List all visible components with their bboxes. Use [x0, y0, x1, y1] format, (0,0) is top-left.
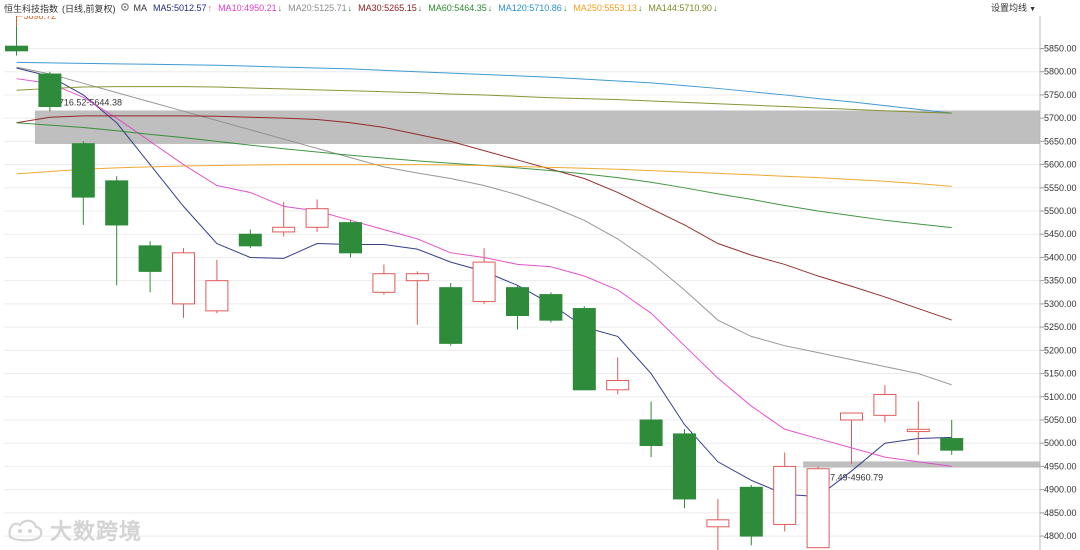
legend-ma5-value: MA5:5012.57: [153, 3, 207, 13]
candle-body: [372, 273, 396, 293]
chevron-down-icon: ▼: [1029, 6, 1036, 13]
y-tick-label: 5050.00: [1044, 415, 1077, 425]
candle-body: [706, 519, 730, 528]
y-tick-label: 5400.00: [1044, 252, 1077, 262]
legend-ma250-value: MA250:5553.13: [573, 3, 637, 13]
legend-ma20-value: MA20:5125.71: [288, 3, 347, 13]
y-tick-label: 5650.00: [1044, 136, 1077, 146]
y-tick-label: 4950.00: [1044, 461, 1077, 471]
legend-ma10[interactable]: MA10:4950.21↓: [218, 3, 282, 13]
candle-body: [272, 226, 296, 233]
y-tick-label: 4850.00: [1044, 508, 1077, 518]
y-tick-label: 5750.00: [1044, 90, 1077, 100]
settings-label: 设置均线: [991, 3, 1028, 13]
y-tick-label: 5700.00: [1044, 113, 1077, 123]
logo-icon: [8, 519, 43, 542]
candle-body: [238, 233, 262, 247]
legend-ma250[interactable]: MA250:5553.13↓: [573, 3, 642, 13]
candle-body: [639, 419, 663, 447]
candle-body: [906, 428, 930, 433]
legend-ma20-arrow: ↓: [347, 3, 353, 13]
legend-ma10-arrow: ↓: [277, 3, 283, 13]
candle-body: [105, 180, 129, 226]
legend-ma144-value: MA144:5710.90: [648, 3, 712, 13]
gear-icon[interactable]: [120, 2, 130, 14]
candle-body: [172, 252, 195, 305]
candle-body: [873, 393, 897, 416]
legend-ma10-value: MA10:4950.21: [218, 3, 277, 13]
candle-body: [339, 222, 362, 254]
watermark: 大数跨境: [6, 514, 142, 546]
y-tick-label: 5250.00: [1044, 322, 1077, 332]
y-tick-label: 5500.00: [1044, 206, 1077, 216]
legend-ma120-arrow: ↓: [562, 3, 568, 13]
candle-body: [5, 45, 28, 52]
legend-ma30-value: MA30:5265.15: [358, 3, 417, 13]
candle-body: [472, 261, 496, 303]
y-tick-label: 5150.00: [1044, 369, 1077, 379]
chart-toolbar: 恒生科技指数 (日线,前复权) MA MA5:5012.57↑ MA10:4950…: [0, 0, 1080, 16]
candle-body: [205, 280, 229, 312]
y-tick-label: 5550.00: [1044, 183, 1077, 193]
candle-body: [138, 245, 162, 272]
candlestick-chart: 4800.00 4850.00 4900.00 4950.00 5000.00 5050.…: [4, 16, 1077, 550]
candle-body: [940, 438, 964, 451]
candle-body: [673, 433, 696, 500]
y-tick-label: 4800.00: [1044, 531, 1077, 541]
candle-body: [71, 143, 95, 198]
candle-body: [739, 486, 763, 537]
legend-ma30[interactable]: MA30:5265.15↓: [358, 3, 422, 13]
y-tick-label: 5800.00: [1044, 67, 1077, 77]
candle-body: [572, 308, 596, 391]
legend-ma144-arrow: ↓: [712, 3, 718, 13]
watermark-text: 大数跨境: [50, 519, 143, 544]
y-tick-label: 5200.00: [1044, 345, 1077, 355]
legend-ma30-arrow: ↓: [417, 3, 423, 13]
candle-body: [773, 465, 797, 525]
ma-line-ma120: [16, 61, 952, 114]
ma-settings-button[interactable]: 设置均线 ▼: [991, 1, 1036, 14]
legend-ma250-arrow: ↓: [637, 3, 643, 13]
index-mode: (日线,前复权): [62, 3, 116, 14]
legend-ma120-value: MA120:5710.86: [498, 3, 562, 13]
ma-label: MA: [133, 3, 148, 13]
y-tick-label: 4900.00: [1044, 485, 1077, 495]
candle-body: [506, 287, 529, 317]
candle-body: [439, 287, 463, 344]
candle-body: [806, 468, 830, 549]
legend-ma60-value: MA60:5464.35: [428, 3, 487, 13]
y-tick-label: 5600.00: [1044, 160, 1077, 170]
candle-body: [840, 412, 863, 421]
legend-ma120[interactable]: MA120:5710.86↓: [498, 3, 567, 13]
candle-body: [305, 208, 329, 228]
y-tick-label: 5350.00: [1044, 276, 1077, 286]
ma-line-ma144: [16, 86, 952, 114]
ma-line-ma250: [16, 164, 952, 187]
y-tick-label: 5850.00: [1044, 44, 1077, 54]
candle-body: [539, 294, 563, 321]
candle-body: [405, 273, 429, 282]
candle-body: [606, 380, 630, 391]
y-tick-label: 5100.00: [1044, 392, 1077, 402]
index-name: 恒生科技指数: [4, 3, 59, 14]
legend-ma60-arrow: ↓: [487, 3, 493, 13]
legend-ma144[interactable]: MA144:5710.90↓: [648, 3, 717, 13]
y-tick-label: 5000.00: [1044, 438, 1077, 448]
legend-ma5[interactable]: MA5:5012.57↑: [153, 3, 212, 13]
legend-ma5-arrow: ↑: [207, 3, 213, 13]
high-label: 5898.72: [24, 16, 57, 21]
y-tick-label: 5300.00: [1044, 299, 1077, 309]
y-tick-label: 5450.00: [1044, 229, 1077, 239]
candle-body: [38, 73, 62, 108]
legend-ma60[interactable]: MA60:5464.35↓: [428, 3, 492, 13]
legend-ma20[interactable]: MA20:5125.71↓: [288, 3, 352, 13]
